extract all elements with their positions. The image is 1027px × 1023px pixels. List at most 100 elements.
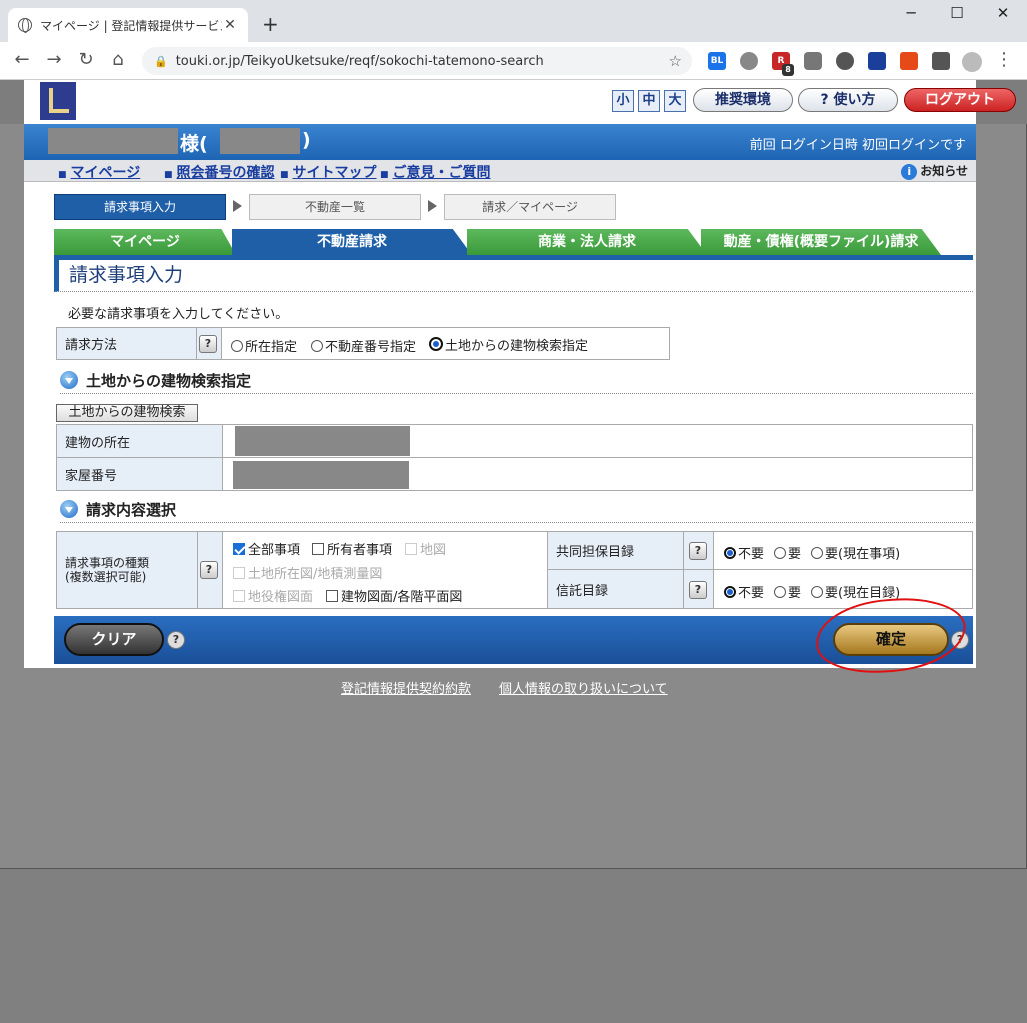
subsection-title: 請求内容選択 (86, 501, 177, 519)
joint-option-label: 要 (788, 547, 802, 562)
request-kind-label: 請求事項の種類 (複数選択可能) (57, 532, 198, 608)
trust-option-none[interactable]: 不要 (724, 582, 764, 601)
radio-icon[interactable] (231, 340, 243, 352)
link-reference-number[interactable]: 照会番号の確認 (164, 162, 275, 182)
kind-option-land-survey: 土地所在図/地積測量図 (233, 563, 382, 582)
radio-icon[interactable] (774, 586, 786, 598)
notice-link[interactable]: i お知らせ (901, 162, 968, 180)
site-logo[interactable]: 登記情報提供サービス (40, 82, 304, 120)
link-sitemap[interactable]: サイトマップ (280, 162, 377, 182)
confirm-help-icon[interactable]: ? (951, 631, 969, 649)
section-bullet-icon (60, 371, 78, 389)
redacted-house-number (233, 461, 409, 489)
instruction-text: 必要な請求事項を入力してください。 (68, 307, 289, 322)
trust-help-icon[interactable]: ? (689, 581, 707, 599)
kind-option-label: 所有者事項 (327, 543, 393, 558)
radio-selected-icon[interactable] (429, 337, 443, 351)
building-location-label: 建物の所在 (57, 425, 223, 457)
home-button[interactable]: ⌂ (106, 49, 130, 70)
puzzle-icon[interactable] (932, 52, 950, 70)
new-tab-button[interactable]: + (262, 12, 279, 36)
radio-icon[interactable] (311, 340, 323, 352)
kind-option-all[interactable]: 全部事項 (233, 539, 300, 558)
checkbox-icon[interactable] (326, 590, 338, 602)
user-close-paren: ) (302, 129, 311, 151)
radio-icon[interactable] (811, 586, 823, 598)
subsection-building-search: 土地からの建物検索指定 (60, 370, 973, 394)
logo-icon (40, 82, 76, 120)
profile-icon[interactable] (962, 52, 982, 72)
radio-selected-icon[interactable] (724, 547, 736, 559)
tab-movables[interactable]: 動産・債権(概要ファイル)請求 (701, 229, 941, 255)
browser-tab[interactable]: マイページ | 登記情報提供サービス ✕ (8, 8, 248, 42)
minimize-button[interactable]: ─ (888, 4, 934, 22)
clear-help-icon[interactable]: ? (167, 631, 185, 649)
building-location-row: 建物の所在 (56, 424, 973, 458)
trust-row: 信託目録 ? 不要 要 要(現在目録) (547, 569, 973, 609)
radio-selected-icon[interactable] (724, 586, 736, 598)
window-close-button[interactable]: ✕ (980, 4, 1026, 22)
link-feedback[interactable]: ご意見・ご質問 (380, 162, 491, 182)
url-text[interactable]: touki.or.jp/TeikyoUketsuke/reqf/sokochi-… (176, 54, 669, 69)
joint-help-icon[interactable]: ? (689, 542, 707, 560)
translate-ext-icon[interactable] (868, 52, 886, 70)
building-search-button[interactable]: 土地からの建物検索 (56, 404, 198, 422)
trust-option-current[interactable]: 要(現在目録) (811, 582, 900, 601)
trust-option-required[interactable]: 要 (774, 582, 801, 601)
forward-button[interactable]: → (42, 49, 66, 70)
font-size-medium-button[interactable]: 中 (638, 90, 660, 112)
trust-label: 信託目録 (548, 570, 684, 608)
confirm-button[interactable]: 確定 (833, 623, 949, 656)
request-kind-row: 請求事項の種類 (複数選択可能) ? 全部事項 所有者事項 地図 土地所在図/地… (56, 531, 548, 609)
trust-option-label: 要 (788, 586, 802, 601)
back-button[interactable]: ← (10, 49, 34, 70)
kind-option-label: 地役権図面 (248, 590, 314, 605)
request-kind-help-icon[interactable]: ? (200, 561, 218, 579)
howto-button[interactable]: ? 使い方 (798, 88, 898, 112)
browser-menu-icon[interactable]: ⋮ (992, 49, 1016, 70)
method-option-building-search[interactable]: 土地からの建物検索指定 (429, 335, 588, 354)
method-option-label: 土地からの建物検索指定 (445, 339, 589, 354)
brand-name: 登記情報提供サービス (84, 90, 304, 115)
kind-option-easement: 地役権図面 (233, 586, 313, 605)
joint-option-required[interactable]: 要 (774, 543, 801, 562)
method-option-location[interactable]: 所在指定 (231, 336, 297, 355)
checkbox-checked-icon[interactable] (233, 543, 245, 555)
maximize-button[interactable]: ☐ (934, 4, 980, 22)
clear-button[interactable]: クリア (64, 623, 164, 656)
bookmark-star-icon[interactable]: ☆ (669, 52, 682, 70)
camera-icon[interactable] (804, 52, 822, 70)
method-help-icon[interactable]: ? (199, 335, 217, 353)
tab-title: マイページ | 登記情報提供サービス (40, 18, 222, 33)
tab-close-icon[interactable]: ✕ (222, 17, 238, 33)
tab-mypage[interactable]: マイページ (54, 229, 236, 255)
joint-option-current[interactable]: 要(現在事項) (811, 543, 900, 562)
r-ext-badge: 8 (782, 64, 794, 76)
globe-ext-icon[interactable] (740, 52, 758, 70)
joint-option-none[interactable]: 不要 (724, 543, 764, 562)
checkbox-disabled-icon (233, 590, 245, 602)
kind-option-owner[interactable]: 所有者事項 (312, 539, 392, 558)
font-size-small-button[interactable]: 小 (612, 90, 634, 112)
link-mypage[interactable]: マイページ (58, 162, 141, 182)
info-icon: i (901, 164, 918, 180)
reload-button[interactable]: ↻ (74, 49, 98, 70)
step-input: 請求事項入力 (54, 194, 226, 220)
kind-option-building-plan[interactable]: 建物図面/各階平面図 (326, 586, 462, 605)
radio-icon[interactable] (774, 547, 786, 559)
method-option-number[interactable]: 不動産番号指定 (311, 336, 416, 355)
tab-commercial[interactable]: 商業・法人請求 (467, 229, 707, 255)
checkbox-disabled-icon (405, 543, 417, 555)
recommended-env-button[interactable]: 推奨環境 (693, 88, 793, 112)
bl-icon[interactable]: BL (708, 52, 726, 70)
address-bar[interactable]: 🔒 touki.or.jp/TeikyoUketsuke/reqf/sokoch… (142, 47, 692, 75)
circle-ext-icon[interactable] (836, 52, 854, 70)
terms-link[interactable]: 登記情報提供契約約款 (341, 678, 471, 697)
radio-icon[interactable] (811, 547, 823, 559)
logout-button[interactable]: ログアウト (904, 88, 1016, 112)
tab-real-estate[interactable]: 不動産請求 (232, 229, 472, 255)
checkbox-icon[interactable] (312, 543, 324, 555)
privacy-link[interactable]: 個人情報の取り扱いについて (499, 678, 668, 697)
font-size-large-button[interactable]: 大 (664, 90, 686, 112)
red-ext-icon[interactable] (900, 52, 918, 70)
